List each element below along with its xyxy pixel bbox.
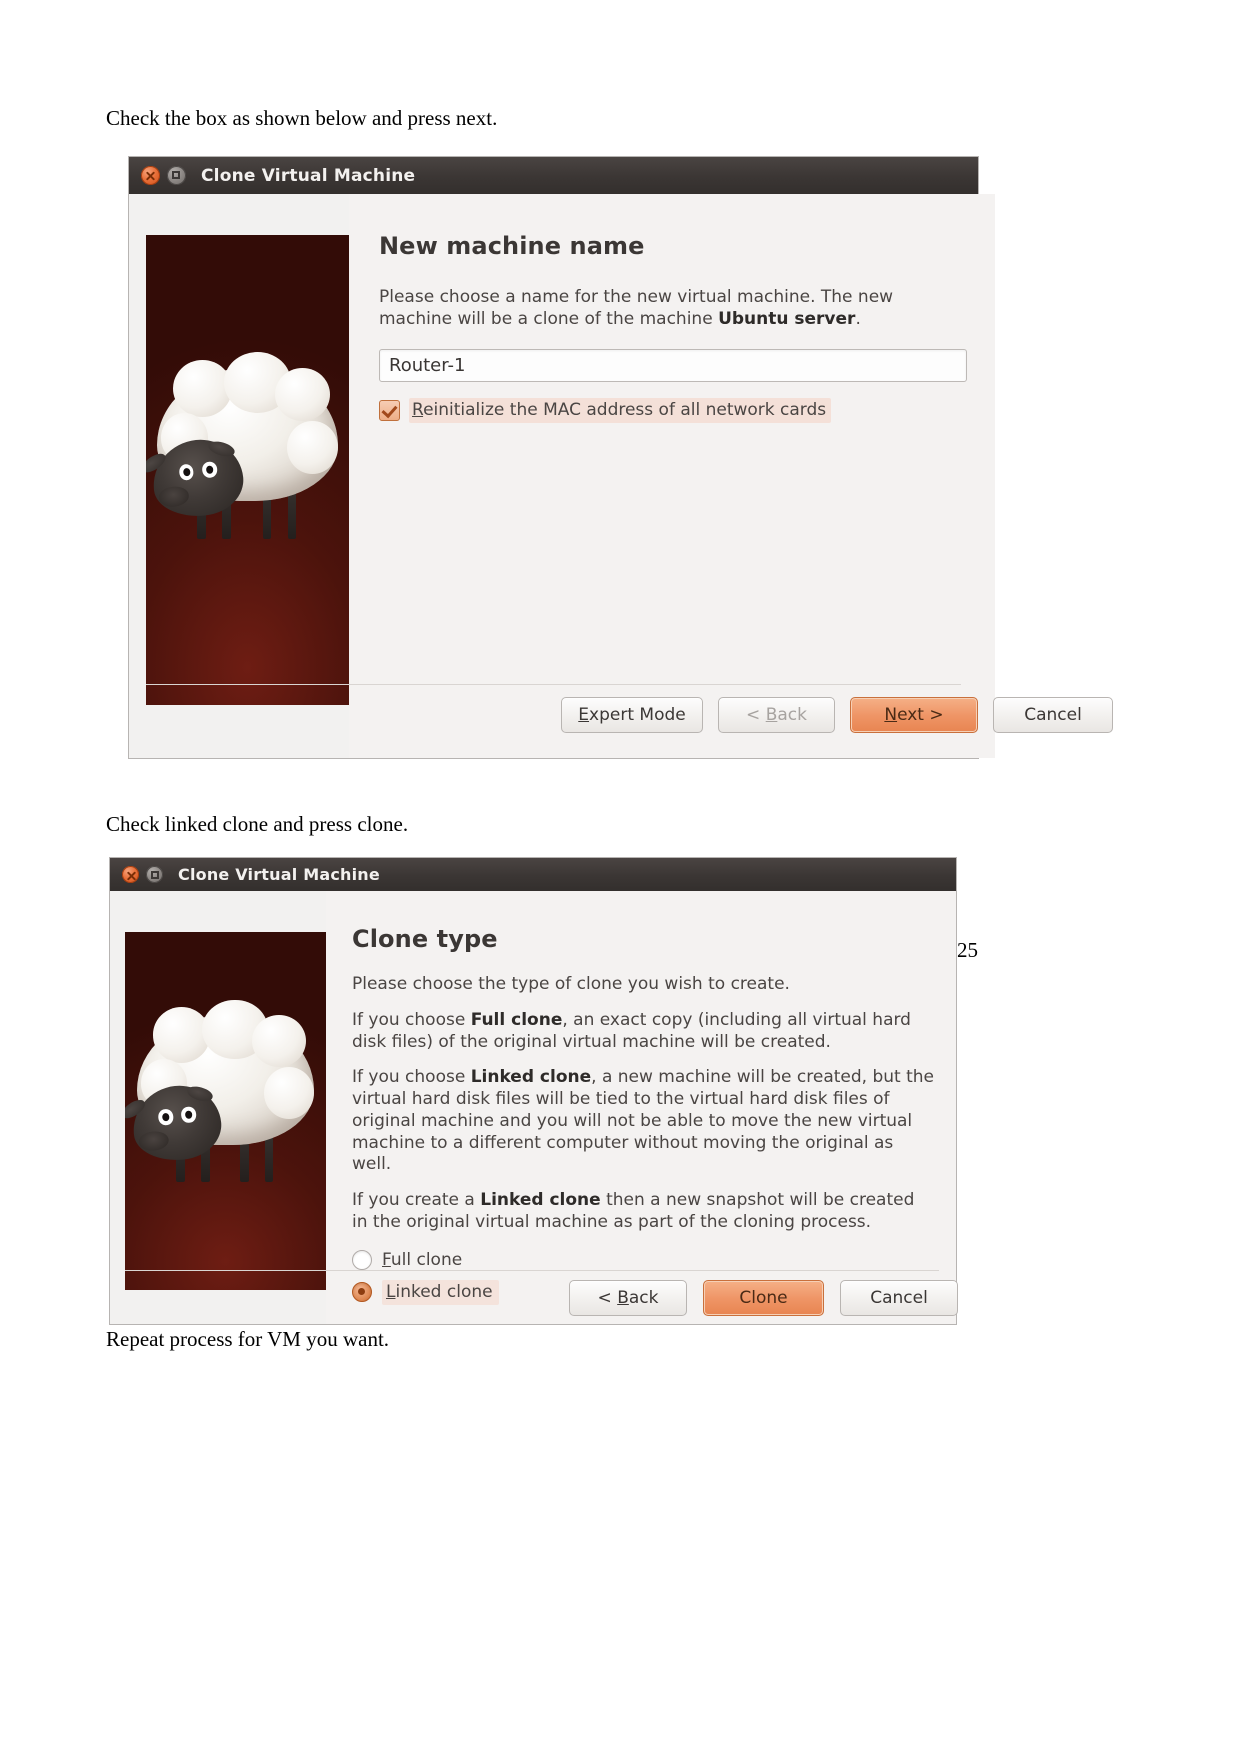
cancel-label: Cancel <box>870 1288 928 1308</box>
dialog-1-button-bar: Expert Mode < Back Next > Cancel <box>561 697 1113 733</box>
snapshot-linked-clone-term: Linked clone <box>480 1190 601 1210</box>
radio-selected-icon[interactable] <box>352 1282 372 1302</box>
back-accesskey: B <box>765 705 778 725</box>
dialog-2-linked-clone-description: If you choose Linked clone, a new machin… <box>352 1067 934 1176</box>
dialog-1-heading: New machine name <box>379 232 645 260</box>
back-prefix: < <box>746 705 766 725</box>
caption-check-box-instruction: Check the box as shown below and press n… <box>106 106 498 130</box>
linked-clone-label-rest: inked clone <box>395 1281 493 1302</box>
dialog-2-content: Clone type Please choose the type of clo… <box>326 891 956 1324</box>
back-label: ack <box>777 705 807 725</box>
maximize-icon[interactable] <box>146 866 163 883</box>
maximize-icon[interactable] <box>167 166 186 185</box>
back-button[interactable]: < Back <box>569 1280 687 1316</box>
snapshot-desc-part1: If you create a <box>352 1190 481 1210</box>
expert-mode-accesskey: E <box>578 705 590 725</box>
sheep-icon <box>146 352 346 546</box>
linked-clone-term: Linked clone <box>470 1067 592 1088</box>
dialog-1-titlebar[interactable]: Clone Virtual Machine <box>129 157 978 194</box>
dialog-1-title: Clone Virtual Machine <box>201 165 416 186</box>
dialog-2-separator <box>125 1270 939 1271</box>
dialog-2-button-bar: < Back Clone Cancel <box>569 1280 958 1316</box>
next-label: ext > <box>897 705 944 725</box>
sheep-icon <box>125 999 322 1190</box>
dialog-1-separator <box>146 684 961 685</box>
close-icon[interactable] <box>141 166 160 185</box>
radio-row-full-clone[interactable]: Full clone <box>352 1249 934 1270</box>
dialog-2-intro-text: Please choose the type of clone you wish… <box>352 974 790 994</box>
reinitialize-mac-label: Reinitialize the MAC address of all netw… <box>409 397 832 423</box>
radio-unselected-icon[interactable] <box>352 1249 372 1270</box>
new-machine-name-value: Router-1 <box>389 354 466 376</box>
sheep-illustration-panel <box>146 235 349 705</box>
back-button[interactable]: < Back <box>718 697 835 733</box>
clone-virtual-machine-dialog-1: Clone Virtual Machine New machine name P… <box>129 157 1113 758</box>
dialog-1-description: Please choose a name for the new virtual… <box>379 287 967 331</box>
reinitialize-mac-accesskey: R <box>412 399 424 420</box>
cancel-button[interactable]: Cancel <box>840 1280 958 1316</box>
clone-label: Clone <box>739 1288 788 1308</box>
new-machine-name-input[interactable]: Router-1 <box>379 348 967 382</box>
expert-mode-button[interactable]: Expert Mode <box>561 697 703 733</box>
dialog-2-titlebar[interactable]: Clone Virtual Machine <box>110 858 956 891</box>
cancel-button[interactable]: Cancel <box>993 697 1113 733</box>
reinitialize-mac-label-rest: einitialize the MAC address of all netwo… <box>423 399 827 420</box>
clone-virtual-machine-dialog-2: Clone Virtual Machine Clone type Please … <box>110 858 958 1324</box>
full-clone-accesskey: F <box>382 1249 391 1270</box>
back-prefix: < <box>597 1288 618 1308</box>
full-clone-desc-part1: If you choose <box>352 1009 471 1030</box>
dialog-2-snapshot-description: If you create a Linked clone then a new … <box>352 1190 934 1234</box>
back-label: ack <box>628 1288 659 1308</box>
linked-clone-desc-part1: If you choose <box>352 1067 471 1088</box>
dialog-1-description-part2: . <box>855 308 861 329</box>
close-icon[interactable] <box>122 866 139 883</box>
linked-clone-label: Linked clone <box>382 1279 499 1305</box>
next-accesskey: N <box>884 705 898 725</box>
next-button[interactable]: Next > <box>850 697 978 733</box>
clone-button[interactable]: Clone <box>703 1280 824 1316</box>
full-clone-label: Full clone <box>382 1250 462 1270</box>
dialog-2-full-clone-description: If you choose Full clone, an exact copy … <box>352 1010 934 1054</box>
checkbox-checked-icon[interactable] <box>379 399 400 421</box>
sheep-illustration-panel <box>125 932 326 1290</box>
dialog-1-content: New machine name Please choose a name fo… <box>349 194 995 758</box>
expert-mode-label: xpert Mode <box>589 705 686 725</box>
dialog-1-machine-name: Ubuntu server <box>718 308 856 329</box>
document-page: Check the box as shown below and press n… <box>0 0 1241 1754</box>
page-number: 25 <box>957 938 978 962</box>
full-clone-term: Full clone <box>470 1009 563 1030</box>
caption-repeat-instruction: Repeat process for VM you want. <box>106 1327 390 1351</box>
full-clone-label-rest: ull clone <box>390 1249 463 1270</box>
caption-linked-clone-instruction: Check linked clone and press clone. <box>106 812 409 836</box>
back-accesskey: B <box>617 1288 629 1308</box>
dialog-2-heading: Clone type <box>352 925 498 953</box>
cancel-label: Cancel <box>1024 705 1082 725</box>
dialog-2-title: Clone Virtual Machine <box>178 865 380 884</box>
dialog-2-intro: Please choose the type of clone you wish… <box>352 974 934 996</box>
reinitialize-mac-checkbox-row[interactable]: Reinitialize the MAC address of all netw… <box>379 397 967 423</box>
